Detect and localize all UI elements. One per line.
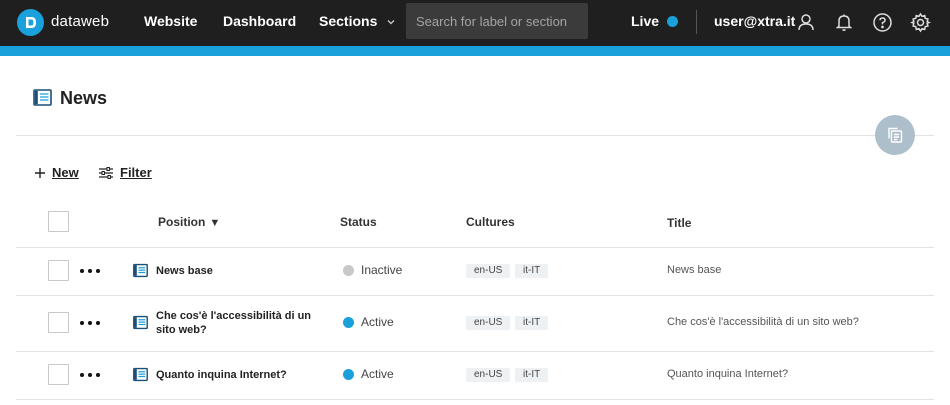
row-name-line: News base xyxy=(156,265,213,277)
user-icon[interactable] xyxy=(795,11,817,33)
row-checkbox[interactable] xyxy=(48,260,69,281)
nav-website[interactable]: Website xyxy=(144,13,197,29)
newspaper-icon xyxy=(33,88,52,112)
nav-sections[interactable]: Sections xyxy=(319,13,395,29)
column-header-position-label: Position xyxy=(158,215,206,229)
row-divider xyxy=(16,351,934,352)
culture-badge: it-IT xyxy=(515,316,549,330)
row-status: Inactive xyxy=(361,263,403,277)
culture-badge: it-IT xyxy=(515,264,549,278)
help-icon[interactable] xyxy=(871,11,893,33)
culture-badge: en-US xyxy=(466,316,511,330)
new-button-label: New xyxy=(52,165,79,180)
row-name-line: sito web? xyxy=(156,324,207,336)
row-divider xyxy=(16,399,934,400)
row-status: Active xyxy=(361,367,394,381)
newspaper-icon xyxy=(133,367,148,387)
brand-name[interactable]: dataweb xyxy=(51,13,109,30)
newspaper-icon xyxy=(133,263,148,283)
newspaper-icon xyxy=(133,315,148,335)
nav-divider xyxy=(696,10,697,34)
filter-icon xyxy=(99,166,113,179)
plus-icon xyxy=(35,167,45,178)
row-name-line: Che cos'è l'accessibilità di un xyxy=(156,310,312,322)
row-name[interactable]: News base xyxy=(156,264,213,278)
top-navigation-bar: dataweb Website Dashboard Sections Live … xyxy=(0,0,950,46)
page-title: News xyxy=(60,88,108,108)
culture-badge: it-IT xyxy=(515,368,549,382)
filter-button-label: Filter xyxy=(120,165,152,180)
dataweb-logo-icon[interactable] xyxy=(17,9,44,36)
new-button[interactable]: New xyxy=(34,165,79,180)
row-title: News base xyxy=(667,264,722,276)
row-name-line: Quanto inquina Internet? xyxy=(156,369,287,381)
nav-sections-label: Sections xyxy=(319,13,378,29)
chevron-down-icon xyxy=(387,20,395,25)
row-name[interactable]: Che cos'è l'accessibilità di un sito web… xyxy=(156,309,311,337)
status-dot-active xyxy=(343,369,354,380)
accent-strip xyxy=(0,46,950,56)
nav-dashboard[interactable]: Dashboard xyxy=(223,13,296,29)
copy-icon xyxy=(888,127,903,143)
row-checkbox[interactable] xyxy=(48,312,69,333)
sort-desc-icon: ▼ xyxy=(209,217,221,229)
row-checkbox[interactable] xyxy=(48,364,69,385)
filter-button[interactable]: Filter xyxy=(98,165,152,180)
live-label[interactable]: Live xyxy=(631,13,659,29)
more-dots-icon[interactable] xyxy=(80,318,100,328)
table-header-divider xyxy=(16,247,934,248)
bell-icon[interactable] xyxy=(833,11,855,33)
row-status: Active xyxy=(361,315,394,329)
row-title: Che cos'è l'accessibilità di un sito web… xyxy=(667,316,859,328)
select-all-checkbox[interactable] xyxy=(48,211,69,232)
user-email[interactable]: user@xtra.it xyxy=(714,13,795,29)
culture-badge: en-US xyxy=(466,264,511,278)
status-dot-inactive xyxy=(343,265,354,276)
copy-button[interactable] xyxy=(875,115,915,155)
column-header-cultures[interactable]: Cultures xyxy=(466,215,515,229)
gear-icon[interactable] xyxy=(909,11,931,33)
row-title: Quanto inquina Internet? xyxy=(667,368,789,380)
column-header-title[interactable]: Title xyxy=(667,216,691,230)
column-header-status[interactable]: Status xyxy=(340,215,377,229)
row-name[interactable]: Quanto inquina Internet? xyxy=(156,368,287,382)
row-divider xyxy=(16,295,934,296)
more-dots-icon[interactable] xyxy=(80,266,100,276)
live-status-dot xyxy=(667,16,678,27)
culture-badge: en-US xyxy=(466,368,511,382)
status-dot-active xyxy=(343,317,354,328)
search-input[interactable] xyxy=(406,3,588,39)
more-dots-icon[interactable] xyxy=(80,370,100,380)
column-header-position[interactable]: Position ▼ xyxy=(158,215,220,229)
header-divider xyxy=(16,135,934,136)
